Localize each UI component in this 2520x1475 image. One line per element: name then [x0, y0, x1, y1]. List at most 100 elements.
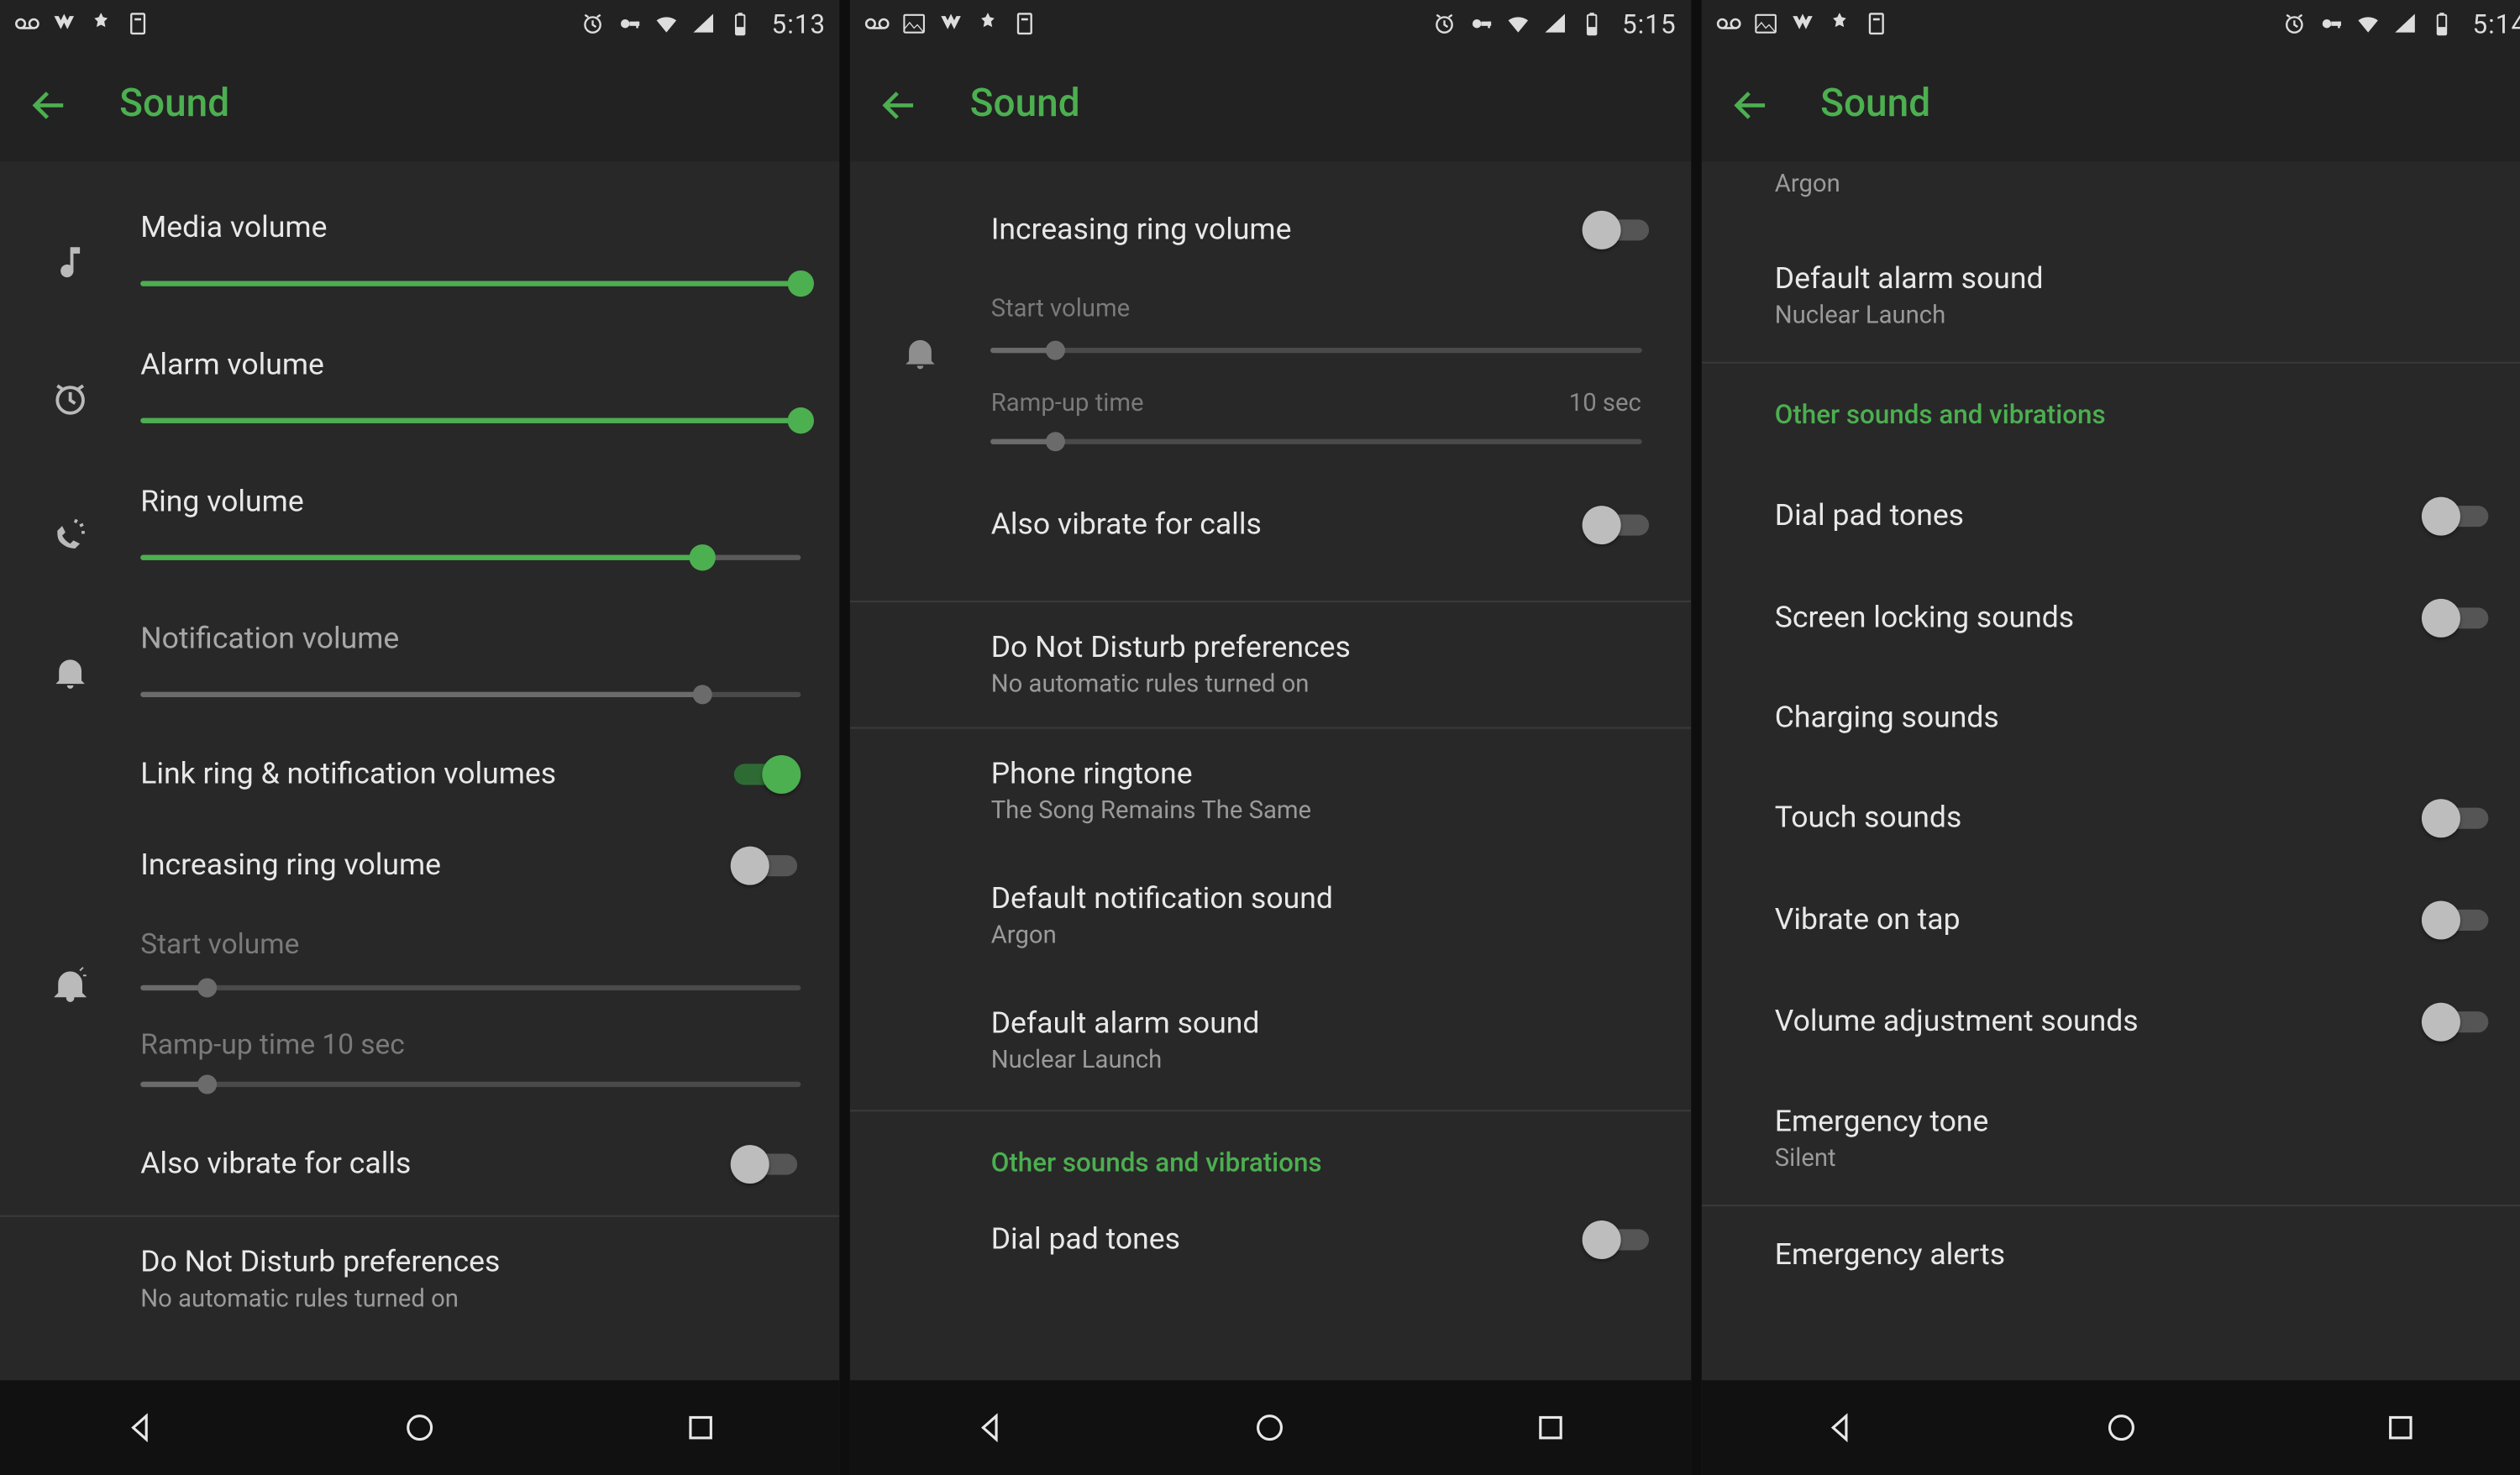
alarm-icon — [2281, 11, 2307, 37]
ramp-up-label: Ramp-up time — [991, 390, 1144, 417]
back-button[interactable] — [879, 83, 921, 125]
dialpad-tones-row[interactable]: Dial pad tones — [1701, 465, 2520, 567]
signal-icon — [690, 11, 717, 37]
dnd-sub: No automatic rules turned on — [991, 671, 1652, 699]
touch-sounds-label: Touch sounds — [1775, 800, 2422, 836]
vanced-icon — [938, 11, 964, 37]
vpn-key-icon — [2318, 11, 2344, 37]
page-title: Sound — [119, 82, 229, 126]
alarm-icon — [1431, 11, 1457, 37]
signal-icon — [2391, 11, 2418, 37]
other-sounds-header: Other sounds and vibrations — [1701, 364, 2520, 465]
nav-home-icon[interactable] — [402, 1410, 438, 1446]
nav-back-icon[interactable] — [1824, 1410, 1859, 1446]
nav-home-icon[interactable] — [2103, 1410, 2139, 1446]
wifi-icon — [1504, 11, 1530, 37]
ringtone-sub: The Song Remains The Same — [991, 797, 1652, 825]
dialpad-tones-row[interactable]: Dial pad tones — [850, 1214, 1690, 1273]
screen-1: 5:13 Sound Media volume Al — [0, 0, 840, 1475]
dnd-row[interactable]: Do Not Disturb preferences No automatic … — [850, 602, 1690, 727]
increasing-ring-row[interactable]: Increasing ring volume — [850, 161, 1690, 277]
alarm-sound-row[interactable]: Default alarm sound Nuclear Launch — [850, 978, 1690, 1102]
increasing-ring-label: Increasing ring volume — [140, 848, 731, 884]
page-title: Sound — [970, 82, 1080, 126]
vanced-icon — [51, 11, 77, 37]
emergency-tone-sub: Silent — [1775, 1145, 2492, 1173]
notification-sound-row[interactable]: Default notification sound Argon — [850, 853, 1690, 978]
also-vibrate-switch[interactable] — [1582, 506, 1652, 544]
dialpad-tones-switch[interactable] — [2422, 497, 2492, 536]
alarm-sound-sub: Nuclear Launch — [991, 1047, 1652, 1074]
also-vibrate-switch[interactable] — [731, 1145, 801, 1184]
leaf-icon — [1825, 11, 1851, 37]
dnd-item[interactable]: Do Not Disturb preferences No automatic … — [140, 1245, 840, 1314]
alarm-volume-slider[interactable] — [140, 404, 801, 439]
emergency-alerts-label: Emergency alerts — [1775, 1238, 2492, 1273]
link-volumes-switch[interactable] — [731, 755, 801, 794]
media-volume-slider[interactable] — [140, 267, 801, 302]
nav-back-icon[interactable] — [973, 1410, 1008, 1446]
back-button[interactable] — [28, 83, 70, 125]
also-vibrate-row[interactable]: Also vibrate for calls — [850, 460, 1690, 573]
dialpad-tones-switch[interactable] — [1582, 1220, 1652, 1259]
ring-volume-slider[interactable] — [140, 541, 801, 576]
ramp-up-value: 10 sec — [322, 1027, 404, 1061]
ringtone-row[interactable]: Phone ringtone The Song Remains The Same — [850, 729, 1690, 853]
charging-sounds-row[interactable]: Charging sounds — [1701, 669, 2520, 768]
alarm-icon — [580, 11, 606, 37]
bell-icon — [51, 654, 90, 699]
also-vibrate-label: Also vibrate for calls — [991, 507, 1564, 543]
signal-icon — [1541, 11, 1567, 37]
increasing-ring-switch[interactable] — [731, 847, 801, 885]
vanced-icon — [1788, 11, 1814, 37]
increasing-ring-label: Increasing ring volume — [991, 213, 1564, 248]
screen-lock-sounds-switch[interactable] — [2422, 599, 2492, 638]
prev-item-tail[interactable]: Argon — [1701, 161, 2520, 230]
other-sounds-header: Other sounds and vibrations — [850, 1111, 1690, 1213]
screen-3: 5:14 Sound Argon Default alarm sound Nuc… — [1701, 0, 2520, 1475]
increasing-ring-switch[interactable] — [1582, 211, 1652, 249]
ramp-up-slider — [140, 1068, 801, 1103]
notification-sound-sub: Argon — [991, 922, 1652, 950]
screen-lock-sounds-row[interactable]: Screen locking sounds — [1701, 567, 2520, 669]
emergency-tone-row[interactable]: Emergency tone Silent — [1701, 1073, 2520, 1205]
notification-volume-slider — [140, 678, 801, 713]
nav-recent-icon[interactable] — [2383, 1410, 2418, 1446]
back-button[interactable] — [1729, 83, 1771, 125]
bell-ring-icon — [51, 966, 90, 1011]
dnd-label: Do Not Disturb preferences — [140, 1245, 801, 1280]
volume-adjust-sounds-switch[interactable] — [2422, 1003, 2492, 1042]
touch-sounds-row[interactable]: Touch sounds — [1701, 768, 2520, 869]
volume-adjust-sounds-row[interactable]: Volume adjustment sounds — [1701, 971, 2520, 1073]
page-title: Sound — [1820, 82, 1930, 126]
also-vibrate-label: Also vibrate for calls — [140, 1147, 731, 1182]
wifi-icon — [2355, 11, 2381, 37]
vibrate-on-tap-row[interactable]: Vibrate on tap — [1701, 869, 2520, 971]
nav-back-icon[interactable] — [123, 1410, 158, 1446]
ringtone-label: Phone ringtone — [991, 757, 1652, 792]
status-time: 5:14 — [2472, 8, 2520, 39]
vibrate-on-tap-label: Vibrate on tap — [1775, 903, 2422, 938]
start-volume-slider — [140, 971, 801, 1006]
nav-home-icon[interactable] — [1252, 1410, 1288, 1446]
touch-sounds-switch[interactable] — [2422, 799, 2492, 837]
media-volume-label: Media volume — [140, 211, 801, 246]
status-time: 5:15 — [1622, 8, 1677, 39]
battery-card-icon — [1862, 11, 1888, 37]
start-volume-label: Start volume — [991, 295, 1641, 323]
vibrate-on-tap-switch[interactable] — [2422, 900, 2492, 939]
volume-adjust-sounds-label: Volume adjustment sounds — [1775, 1005, 2422, 1040]
link-volumes-label: Link ring & notification volumes — [140, 757, 731, 792]
image-icon — [901, 11, 927, 37]
alarm-sound-row[interactable]: Default alarm sound Nuclear Launch — [1701, 230, 2520, 362]
app-header: Sound — [850, 47, 1690, 161]
status-time: 5:13 — [772, 8, 827, 39]
nav-recent-icon[interactable] — [1533, 1410, 1568, 1446]
image-icon — [1752, 11, 1778, 37]
emergency-alerts-row[interactable]: Emergency alerts — [1701, 1206, 2520, 1304]
vpn-key-icon — [1467, 11, 1494, 37]
battery-card-icon — [1012, 11, 1038, 37]
status-bar: 5:14 — [1701, 0, 2520, 47]
battery-icon — [1578, 11, 1604, 37]
nav-recent-icon[interactable] — [682, 1410, 717, 1446]
